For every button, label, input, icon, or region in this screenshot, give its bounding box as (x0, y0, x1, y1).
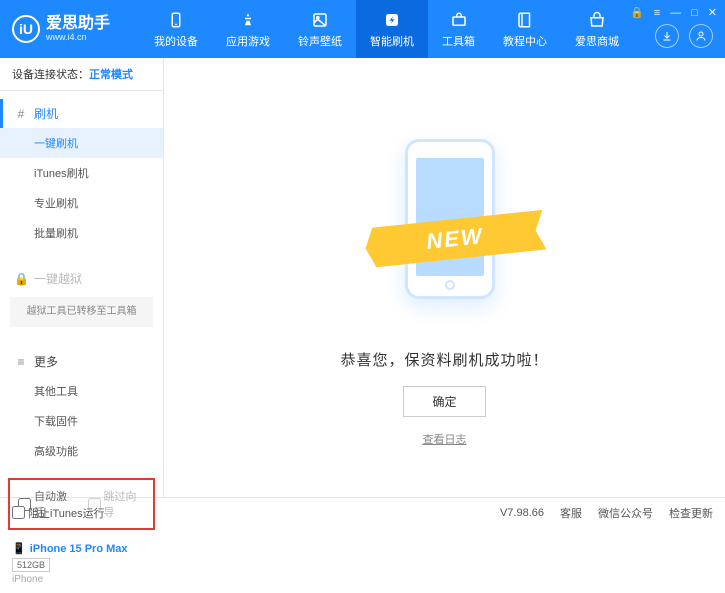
logo-url: www.i4.cn (46, 33, 110, 43)
list-icon: ≡ (14, 355, 28, 369)
device-info: 📱 iPhone 15 Pro Max 512GB iPhone (0, 534, 163, 593)
sidebar-item-other[interactable]: 其他工具 (0, 376, 163, 406)
ok-button[interactable]: 确定 (403, 386, 485, 417)
sidebar-header-label: 更多 (34, 353, 58, 370)
nav-label: 铃声壁纸 (298, 33, 342, 49)
device-type: iPhone (12, 574, 151, 585)
device-icon (166, 10, 186, 30)
footer-update[interactable]: 检查更新 (669, 505, 713, 521)
nav-label: 教程中心 (503, 33, 547, 49)
maximize-icon[interactable]: □ (691, 7, 698, 19)
lock-icon: 🔒 (14, 272, 28, 286)
book-icon (515, 10, 535, 30)
logo-title: 爱思助手 (46, 15, 110, 33)
main-content: NEW 恭喜您，保资料刷机成功啦！ 确定 查看日志 (164, 58, 725, 497)
hash-icon: # (14, 107, 28, 121)
sidebar-item-firmware[interactable]: 下载固件 (0, 406, 163, 436)
sidebar-item-pro[interactable]: 专业刷机 (0, 188, 163, 218)
status-value: 正常模式 (89, 69, 133, 81)
nav-ringtones[interactable]: 铃声壁纸 (284, 0, 356, 58)
sidebar-item-itunes[interactable]: iTunes刷机 (0, 158, 163, 188)
phone-icon: 📱 (12, 542, 26, 555)
lock-icon[interactable]: 🔒 (630, 6, 644, 19)
block-itunes-checkbox[interactable]: 阻止iTunes运行 (12, 505, 105, 521)
nav-flash[interactable]: 智能刷机 (356, 0, 428, 58)
nav-tutorials[interactable]: 教程中心 (489, 0, 561, 58)
nav-label: 智能刷机 (370, 33, 414, 49)
success-message: 恭喜您，保资料刷机成功啦！ (340, 349, 548, 370)
checkbox-label: 跳过向导 (104, 488, 146, 520)
device-name[interactable]: 📱 iPhone 15 Pro Max (12, 542, 151, 555)
logo-icon: iU (12, 15, 40, 43)
user-icon[interactable] (689, 24, 713, 48)
sidebar-flash-header[interactable]: # 刷机 (0, 99, 163, 128)
device-storage: 512GB (12, 558, 50, 572)
download-icon[interactable] (655, 24, 679, 48)
sidebar-jailbreak-header: 🔒 一键越狱 (0, 264, 163, 293)
nav-label: 工具箱 (442, 33, 475, 49)
device-name-text: iPhone 15 Pro Max (30, 543, 128, 555)
sidebar-item-advanced[interactable]: 高级功能 (0, 436, 163, 466)
sidebar-item-batch[interactable]: 批量刷机 (0, 218, 163, 248)
nav-store[interactable]: 爱思商城 (561, 0, 633, 58)
device-status: 设备连接状态：正常模式 (0, 58, 163, 91)
sidebar-more-header[interactable]: ≡ 更多 (0, 347, 163, 376)
sidebar-header-label: 刷机 (34, 105, 58, 122)
nav-my-device[interactable]: 我的设备 (140, 0, 212, 58)
jailbreak-note: 越狱工具已转移至工具箱 (10, 297, 153, 327)
close-icon[interactable]: ✕ (708, 6, 717, 19)
nav-label: 爱思商城 (575, 33, 619, 49)
flash-icon (382, 10, 402, 30)
status-label: 设备连接状态： (12, 69, 89, 81)
sidebar-header-label: 一键越狱 (34, 270, 82, 287)
toolbox-icon (449, 10, 469, 30)
nav-label: 我的设备 (154, 33, 198, 49)
nav-label: 应用游戏 (226, 33, 270, 49)
main-nav: 我的设备 应用游戏 铃声壁纸 智能刷机 工具箱 教程中心 爱思商城 (140, 0, 633, 58)
app-logo: iU 爱思助手 www.i4.cn (12, 15, 110, 43)
image-icon (310, 10, 330, 30)
version-text: V7.98.66 (500, 507, 544, 519)
user-controls (655, 24, 713, 48)
sidebar: 设备连接状态：正常模式 # 刷机 一键刷机 iTunes刷机 专业刷机 批量刷机… (0, 58, 164, 497)
checkbox-label: 阻止iTunes运行 (28, 505, 105, 521)
footer-wechat[interactable]: 微信公众号 (598, 505, 653, 521)
nav-toolbox[interactable]: 工具箱 (428, 0, 489, 58)
success-illustration: NEW (375, 129, 515, 329)
menu-icon[interactable]: ≡ (654, 7, 660, 19)
sidebar-item-oneclick[interactable]: 一键刷机 (0, 128, 163, 158)
window-controls: 🔒 ≡ — □ ✕ (630, 6, 717, 19)
apps-icon (238, 10, 258, 30)
store-icon (587, 10, 607, 30)
view-log-link[interactable]: 查看日志 (423, 431, 467, 447)
app-header: iU 爱思助手 www.i4.cn 我的设备 应用游戏 铃声壁纸 智能刷机 工具… (0, 0, 725, 58)
footer-support[interactable]: 客服 (560, 505, 582, 521)
minimize-icon[interactable]: — (670, 7, 681, 19)
nav-apps[interactable]: 应用游戏 (212, 0, 284, 58)
